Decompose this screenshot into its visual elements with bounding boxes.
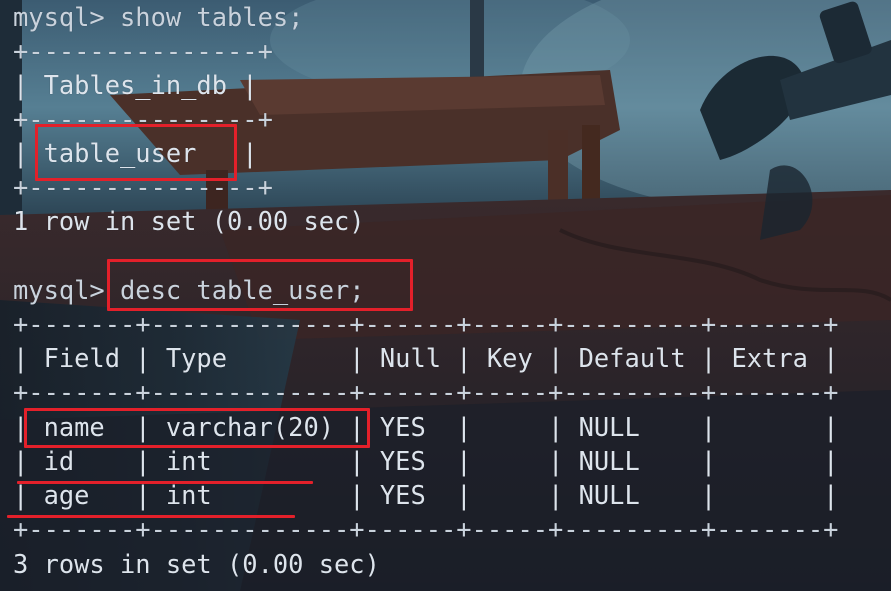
underline-id-row — [17, 481, 313, 484]
highlight-desc-command — [107, 259, 413, 311]
table-row-id: | id | int | YES | | NULL | | — [13, 446, 839, 476]
result-summary-1: 1 row in set (0.00 sec) — [13, 206, 365, 236]
underline-age-row — [7, 515, 295, 518]
table-border: +-------+-------------+------+-----+----… — [13, 309, 839, 339]
highlight-name-row — [24, 408, 370, 448]
highlight-table-user — [35, 124, 237, 181]
tables-header-row: | Tables_in_db | — [13, 70, 258, 100]
table-border: +-------+-------------+------+-----+----… — [13, 377, 839, 407]
terminal-window: mysql> show tables; +---------------+ | … — [0, 0, 891, 591]
table-border: +---------------+ — [13, 36, 273, 66]
desc-header-row: | Field | Type | Null | Key | Default | … — [13, 343, 839, 373]
command-show-tables: mysql> show tables; — [13, 2, 304, 32]
result-summary-2: 3 rows in set (0.00 sec) — [13, 549, 380, 579]
